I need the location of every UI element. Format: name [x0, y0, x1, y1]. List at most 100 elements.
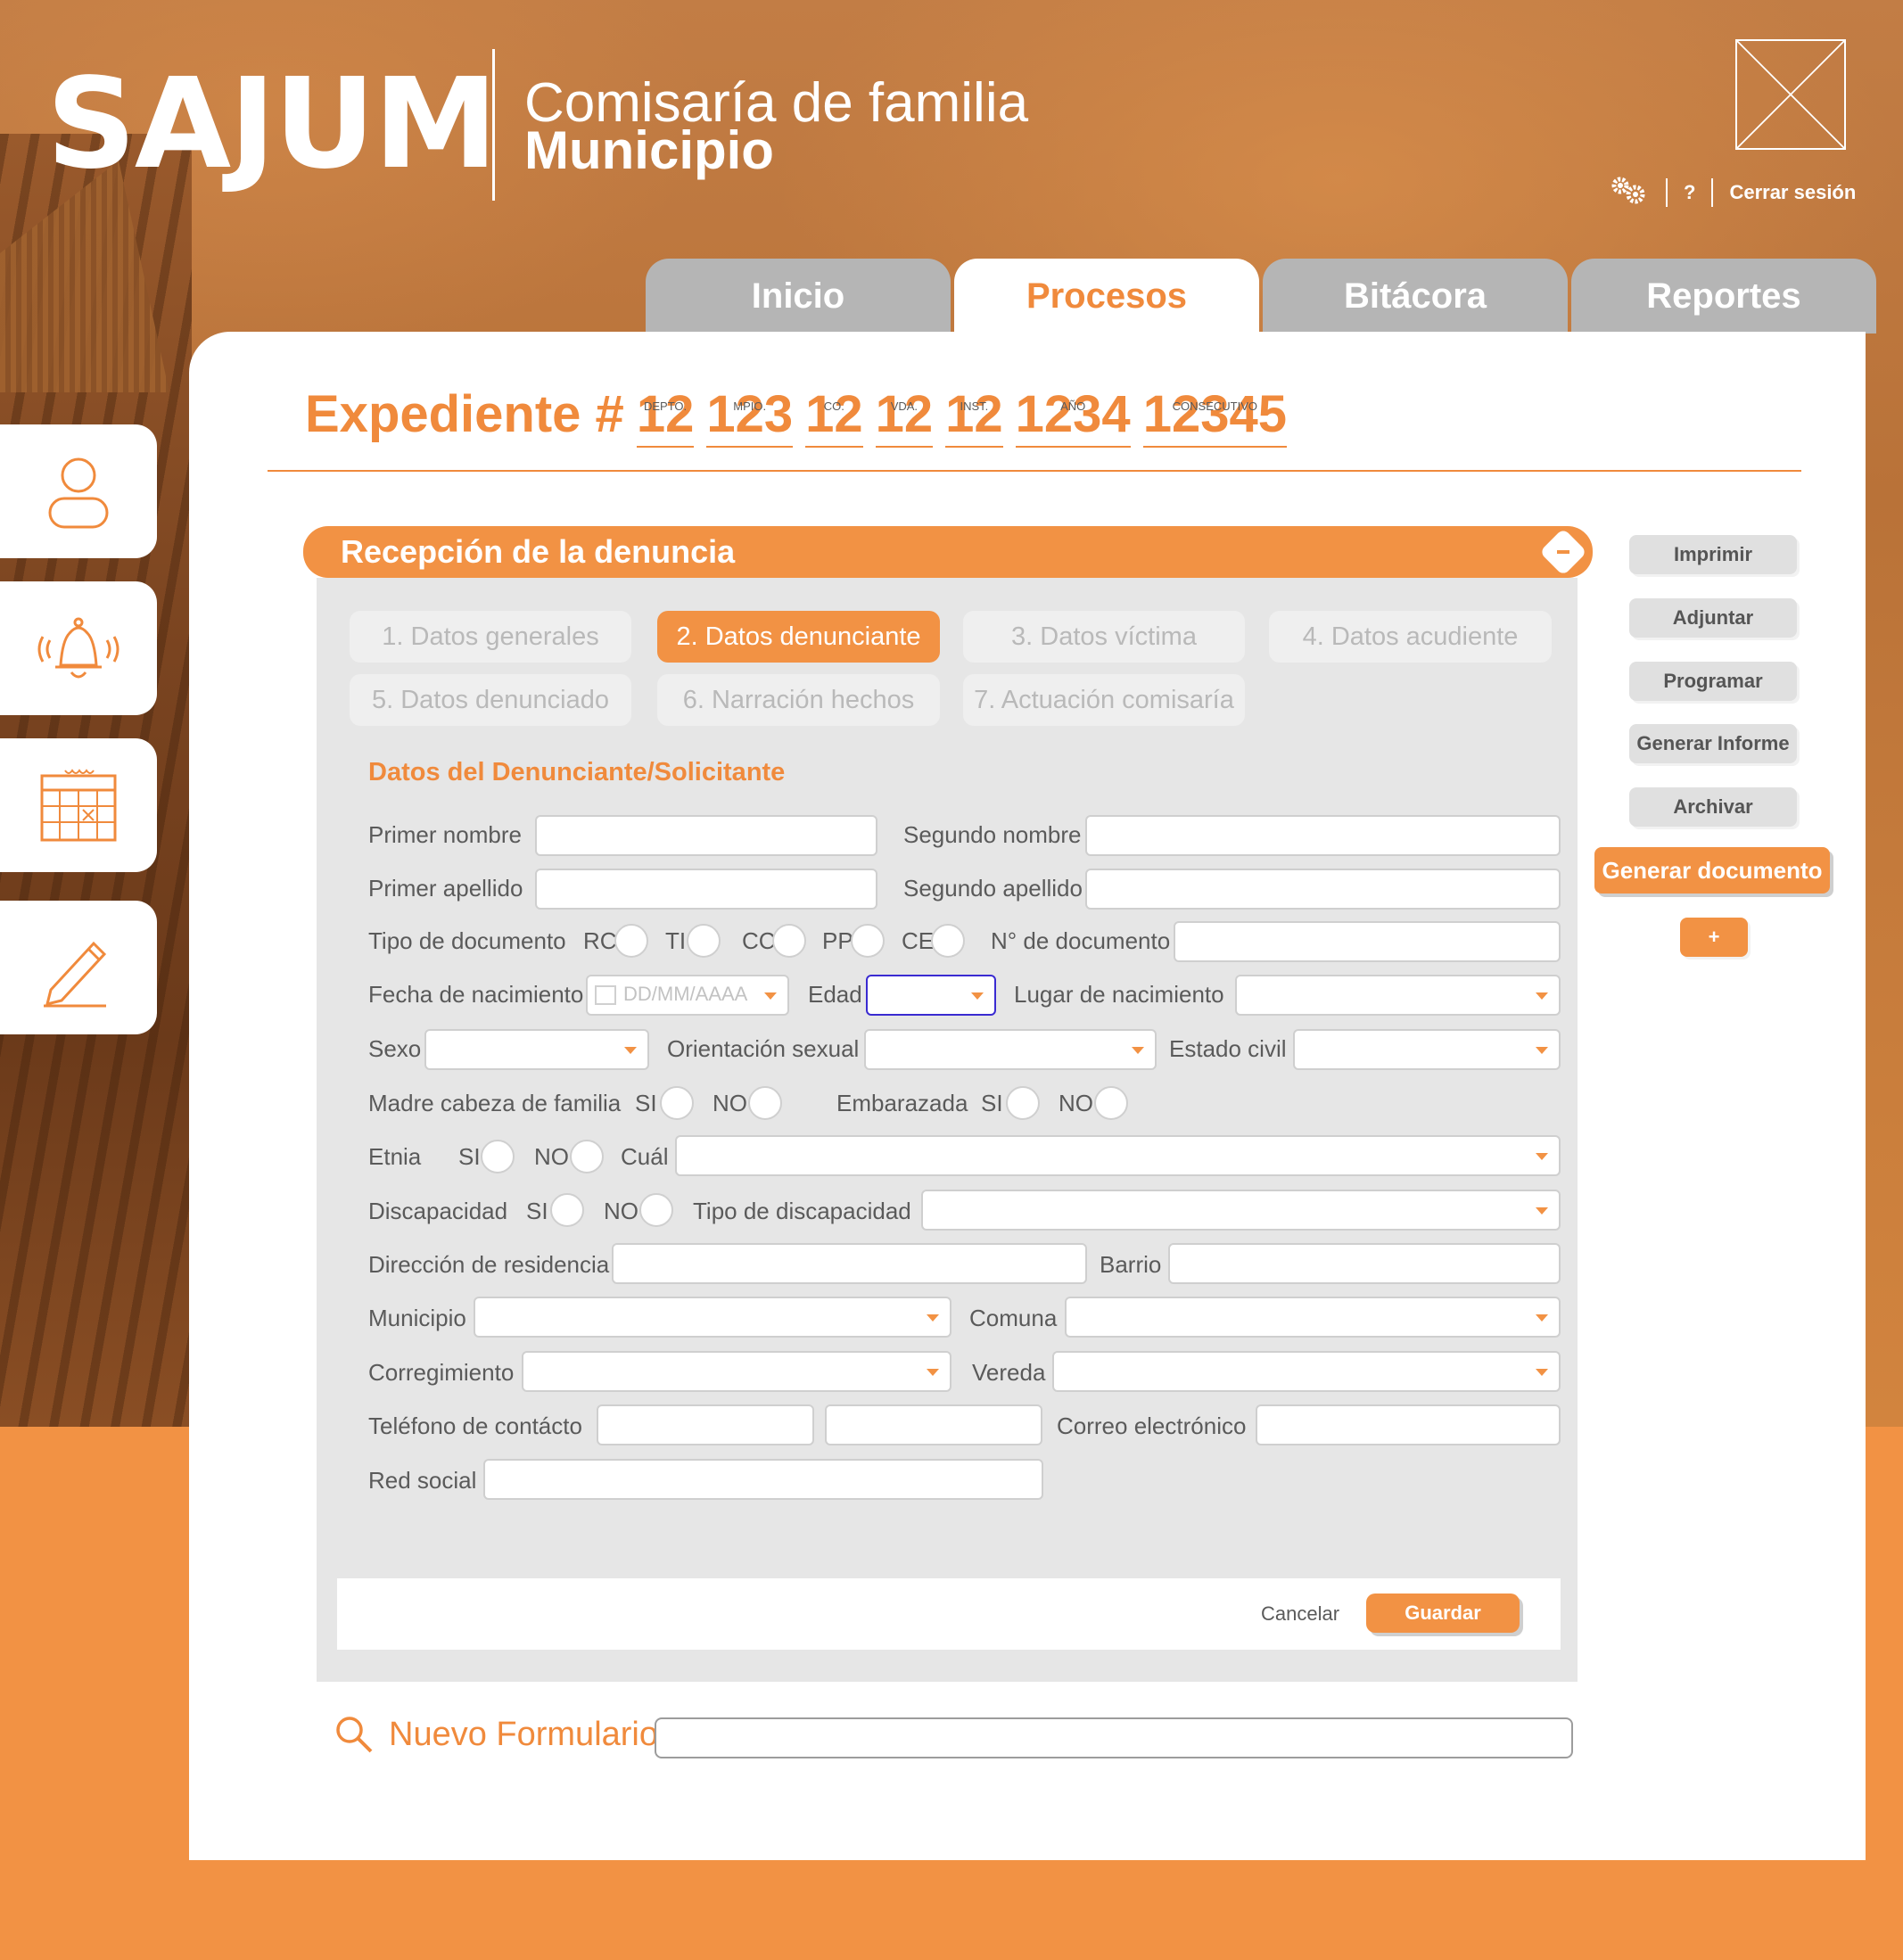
step-datos-generales[interactable]: 1. Datos generales [350, 611, 631, 663]
expediente-label: Expediente # [305, 385, 624, 443]
collapse-icon[interactable] [1539, 528, 1587, 576]
red-social-input[interactable] [483, 1459, 1043, 1500]
primer-apellido-input[interactable] [535, 869, 877, 910]
segundo-nombre-input[interactable] [1085, 815, 1561, 856]
sexo-select[interactable] [424, 1029, 649, 1070]
step-datos-victima[interactable]: 3. Datos víctima [963, 611, 1245, 663]
step-narracion-hechos[interactable]: 6. Narración hechos [657, 674, 940, 726]
telefono-label: Teléfono de contácto [368, 1412, 582, 1439]
corregimiento-select[interactable] [522, 1351, 952, 1392]
discapacidad-label: Discapacidad [368, 1198, 508, 1224]
generate-report-button[interactable]: Generar Informe [1629, 724, 1797, 763]
num-documento-input[interactable] [1174, 921, 1561, 962]
pencil-icon [44, 941, 107, 1008]
primer-nombre-input[interactable] [535, 815, 877, 856]
comuna-label: Comuna [969, 1305, 1058, 1331]
logo-divider [492, 49, 495, 201]
app-subtitle: Municipio [524, 120, 774, 180]
fecha-nacimiento-label: Fecha de nacimiento [368, 981, 584, 1008]
municipio-label: Municipio [368, 1305, 466, 1331]
cc-radio[interactable] [772, 924, 806, 958]
step-datos-denunciante[interactable]: 2. Datos denunciante [657, 611, 940, 663]
search-icon[interactable] [334, 1714, 375, 1755]
telefono-input-2[interactable] [825, 1404, 1042, 1445]
add-button[interactable]: + [1680, 918, 1748, 957]
primer-apellido-label: Primer apellido [368, 875, 523, 902]
pp-radio[interactable] [851, 924, 885, 958]
ti-radio[interactable] [687, 924, 721, 958]
expediente-caption: DEPTO. [643, 399, 688, 413]
expediente-consecutivo: 12345 CONSECUTIVO [1142, 383, 1287, 448]
barrio-input[interactable] [1168, 1243, 1561, 1284]
expediente-caption: VDA. [890, 399, 919, 413]
edad-label: Edad [808, 981, 862, 1008]
telefono-input-1[interactable] [597, 1404, 814, 1445]
rc-label: RC [583, 927, 617, 954]
etnia-si-radio[interactable] [481, 1140, 515, 1174]
fecha-nacimiento-input[interactable]: DD/MM/AAAA [586, 975, 789, 1016]
segundo-nombre-label: Segundo nombre [903, 821, 1082, 848]
tipo-documento-label: Tipo de documento [368, 927, 566, 954]
cancel-button[interactable]: Cancelar [1261, 1596, 1339, 1632]
print-button[interactable]: Imprimir [1629, 535, 1797, 574]
rc-radio[interactable] [614, 924, 648, 958]
barrio-label: Barrio [1100, 1251, 1162, 1278]
attach-button[interactable]: Adjuntar [1629, 598, 1797, 638]
cc-label: CC [742, 927, 776, 954]
sidebar-item-calendar[interactable] [0, 738, 157, 872]
schedule-button[interactable]: Programar [1629, 662, 1797, 701]
step-datos-acudiente[interactable]: 4. Datos acudiente [1269, 611, 1552, 663]
discapacidad-no-radio[interactable] [639, 1193, 673, 1227]
tipo-discapacidad-select[interactable] [921, 1190, 1561, 1231]
edad-select[interactable] [866, 975, 996, 1016]
madre-si-radio[interactable] [660, 1086, 694, 1120]
help-button[interactable]: ? [1684, 181, 1695, 204]
ti-label: TI [665, 927, 687, 954]
orientacion-select[interactable] [864, 1029, 1157, 1070]
tab-reportes[interactable]: Reportes [1571, 259, 1876, 334]
sidebar-item-edit[interactable] [0, 901, 157, 1034]
section-title: Recepción de la denuncia [341, 533, 736, 570]
embarazada-si-radio[interactable] [1006, 1086, 1040, 1120]
generate-document-button[interactable]: Generar documento [1594, 847, 1830, 894]
expediente-caption: CONSECUTIVO [1172, 399, 1257, 413]
discapacidad-si-label: SI [526, 1198, 548, 1224]
etnia-cual-select[interactable] [675, 1135, 1561, 1176]
ce-radio[interactable] [931, 924, 965, 958]
pp-label: PP [822, 927, 853, 954]
tool-separator [1666, 178, 1668, 207]
tipo-discapacidad-label: Tipo de discapacidad [693, 1198, 911, 1224]
vereda-select[interactable] [1052, 1351, 1561, 1392]
main-tabs: Inicio Procesos Bitácora Reportes [646, 259, 1880, 334]
tab-bitacora[interactable]: Bitácora [1263, 259, 1568, 334]
etnia-no-radio[interactable] [570, 1140, 604, 1174]
expediente-caption: AÑO [1060, 399, 1086, 413]
sidebar-item-notifications[interactable] [0, 581, 157, 715]
discapacidad-si-radio[interactable] [550, 1193, 584, 1227]
step-datos-denunciado[interactable]: 5. Datos denunciado [350, 674, 631, 726]
segundo-apellido-input[interactable] [1085, 869, 1561, 910]
archive-button[interactable]: Archivar [1629, 787, 1797, 827]
estado-civil-select[interactable] [1293, 1029, 1561, 1070]
direccion-input[interactable] [612, 1243, 1087, 1284]
save-button[interactable]: Guardar [1366, 1594, 1520, 1633]
red-social-label: Red social [368, 1467, 477, 1494]
municipio-select[interactable] [474, 1297, 952, 1338]
madre-no-radio[interactable] [748, 1086, 782, 1120]
embarazada-no-radio[interactable] [1094, 1086, 1128, 1120]
gears-icon[interactable] [1609, 175, 1650, 210]
new-form-input[interactable] [655, 1717, 1573, 1758]
logout-link[interactable]: Cerrar sesión [1729, 181, 1856, 204]
sidebar-item-user[interactable] [0, 424, 157, 558]
comuna-select[interactable] [1065, 1297, 1561, 1338]
lugar-nacimiento-label: Lugar de nacimiento [1014, 981, 1224, 1008]
expediente-mpio: 123 MPIO. [706, 383, 794, 448]
step-actuacion-comisaria[interactable]: 7. Actuación comisaría [963, 674, 1245, 726]
tab-procesos[interactable]: Procesos [954, 259, 1259, 334]
correo-input[interactable] [1256, 1404, 1561, 1445]
primer-nombre-label: Primer nombre [368, 821, 522, 848]
tab-inicio[interactable]: Inicio [646, 259, 951, 334]
segundo-apellido-label: Segundo apellido [903, 875, 1083, 902]
calendar-icon [40, 769, 117, 842]
lugar-nacimiento-select[interactable] [1235, 975, 1561, 1016]
